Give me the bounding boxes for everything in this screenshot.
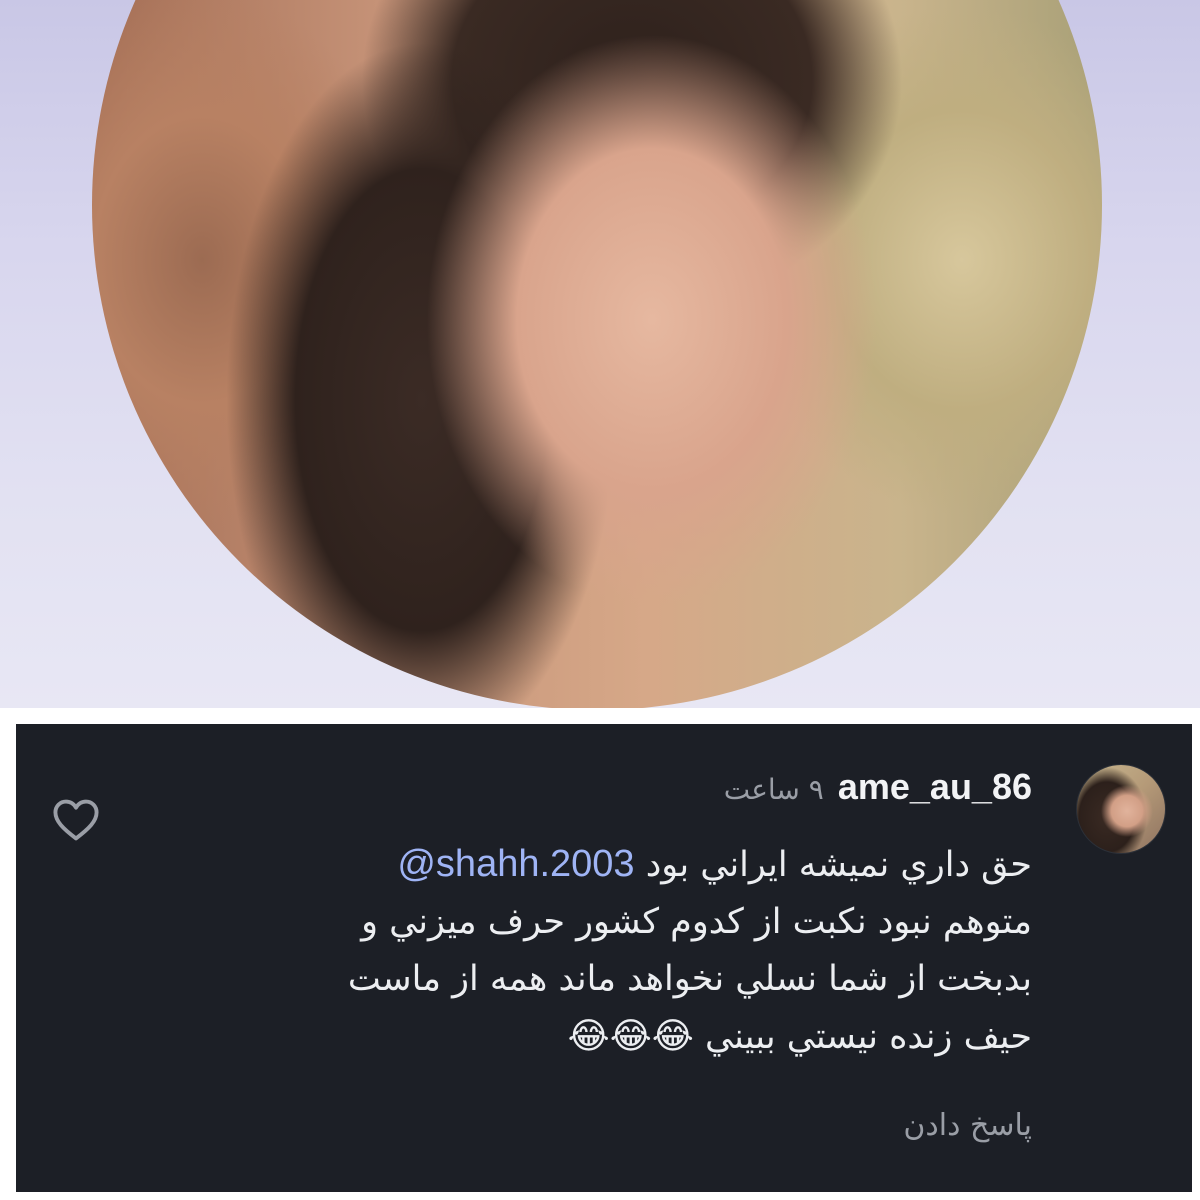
reply-button[interactable]: پاسخ دادن (903, 1108, 1032, 1143)
comment-header: ame_au_86 ۹ ساعت (724, 766, 1032, 808)
comment-line-4: حيف زنده نيستي ببيني 😂😂😂 (192, 1008, 1032, 1066)
divider (0, 708, 1200, 724)
commenter-username[interactable]: ame_au_86 (838, 766, 1032, 808)
profile-photo-panel (0, 0, 1200, 708)
comment-line-2: متوهم نبود نكبت از كدوم كشور حرف ميزني و (361, 902, 1032, 942)
like-button[interactable] (50, 794, 102, 846)
comment-timestamp: ۹ ساعت (723, 773, 824, 806)
comment-line-4-text: حيف زنده نيستي ببيني (704, 1017, 1032, 1057)
comment-line-1: حق داري نميشه ايراني بود @shahh.2003 (192, 836, 1032, 894)
commenter-avatar[interactable] (1076, 764, 1166, 854)
profile-photo (92, 0, 1102, 708)
comment-text: حق داري نميشه ايراني بود @shahh.2003 متو… (192, 836, 1032, 1066)
comment-line-1-text: حق داري نميشه ايراني بود (645, 845, 1032, 885)
mention-link[interactable]: @shahh.2003 (397, 843, 634, 885)
screenshot-collage: ame_au_86 ۹ ساعت حق داري نميشه ايراني بو… (0, 0, 1200, 1200)
comment-card: ame_au_86 ۹ ساعت حق داري نميشه ايراني بو… (16, 724, 1192, 1192)
comment-line-3: بدبخت از شما نسلي نخواهد ماند همه از ماس… (347, 959, 1032, 999)
heart-outline-icon (50, 799, 102, 850)
laughing-emoji-group: 😂😂😂 (567, 1016, 694, 1057)
